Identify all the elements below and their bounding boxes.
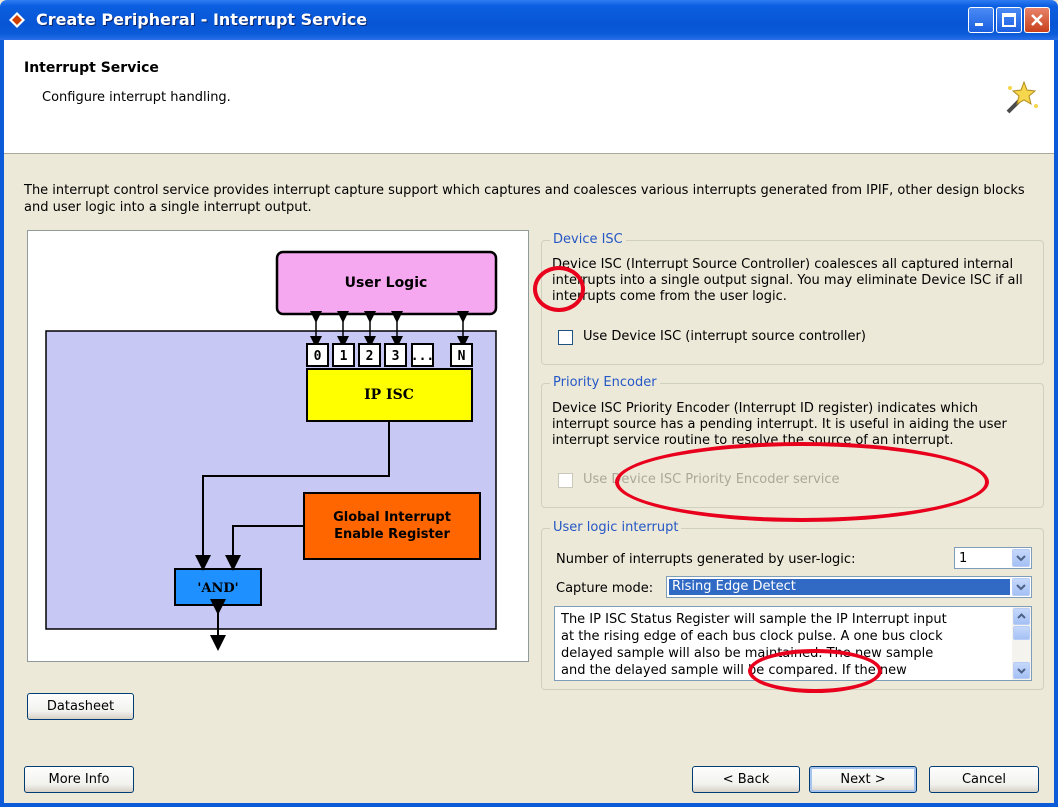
interrupt-count-label: Number of interrupts generated by user-l… (556, 552, 856, 567)
port-label: 2 (366, 349, 374, 364)
use-device-isc-label[interactable]: Use Device ISC (interrupt source control… (583, 329, 866, 344)
ip-isc-label: IP ISC (364, 387, 414, 403)
back-button[interactable]: < Back (692, 766, 800, 793)
annotation-ellipse (615, 442, 989, 522)
chevron-down-icon[interactable] (1012, 578, 1030, 596)
chevron-down-icon[interactable] (1012, 549, 1030, 567)
scroll-up-button[interactable] (1013, 608, 1030, 625)
chevron-up-icon (1017, 613, 1026, 619)
minimize-icon (975, 23, 983, 26)
port-label: N (458, 349, 466, 364)
scroll-down-button[interactable] (1013, 662, 1030, 679)
global-interrupt-label-1: Global Interrupt (333, 510, 451, 525)
interrupt-count-value: 1 (959, 551, 968, 566)
global-interrupt-box (303, 492, 481, 560)
title-bar[interactable]: Create Peripheral - Interrupt Service (0, 0, 1058, 40)
page-subtitle: Configure interrupt handling. (42, 90, 231, 105)
capture-mode-value: Rising Edge Detect (669, 579, 1010, 595)
wizard-header: Interrupt Service Configure interrupt ha… (4, 40, 1054, 154)
user-logic-interrupt-legend: User logic interrupt (550, 520, 682, 535)
scroll-thumb[interactable] (1013, 626, 1030, 640)
capture-mode-label: Capture mode: (556, 581, 654, 596)
wizard-wand-icon (1006, 80, 1038, 114)
page-title: Interrupt Service (24, 60, 159, 76)
service-description: The interrupt control service provides i… (24, 183, 1025, 215)
annotation-ellipse (748, 649, 882, 693)
priority-encoder-legend: Priority Encoder (550, 375, 660, 390)
global-interrupt-label-2: Enable Register (334, 527, 450, 542)
port-label: 0 (314, 349, 322, 364)
device-isc-text: Device ISC (Interrupt Source Controller)… (552, 257, 1023, 304)
port-label: 1 (340, 349, 348, 364)
app-icon (9, 12, 25, 28)
interrupt-diagram-svg: User Logic 0 1 2 3 ... N IP ISC Global I… (45, 250, 498, 651)
minimize-button[interactable] (968, 7, 994, 33)
device-isc-group: Device ISC Device ISC (Interrupt Source … (541, 232, 1044, 365)
user-logic-label: User Logic (345, 275, 428, 291)
next-button[interactable]: Next > (809, 766, 917, 793)
window-frame-bottom (0, 803, 1058, 807)
chevron-down-icon (1017, 668, 1026, 674)
use-device-isc-checkbox[interactable] (558, 330, 573, 345)
datasheet-button[interactable]: Datasheet (27, 693, 134, 720)
interrupt-diagram: User Logic 0 1 2 3 ... N IP ISC Global I… (27, 230, 529, 662)
window-title: Create Peripheral - Interrupt Service (36, 10, 368, 29)
close-button[interactable] (1024, 7, 1050, 33)
annotation-circle (533, 266, 585, 312)
and-gate-label: 'AND' (197, 581, 238, 596)
window-frame-left (0, 40, 4, 807)
maximize-button[interactable] (996, 7, 1022, 33)
close-icon (1031, 14, 1043, 26)
interrupt-count-select[interactable]: 1 (954, 547, 1032, 569)
maximize-icon (1002, 13, 1016, 27)
priority-encoder-checkbox[interactable] (558, 473, 573, 488)
port-label: ... (411, 349, 434, 364)
description-scrollbar[interactable] (1012, 607, 1031, 680)
capture-mode-select[interactable]: Rising Edge Detect (666, 576, 1032, 598)
window-frame-right (1054, 40, 1058, 807)
device-isc-legend: Device ISC (550, 232, 626, 247)
port-label: 3 (392, 349, 400, 364)
cancel-button[interactable]: Cancel (929, 766, 1039, 793)
more-info-button[interactable]: More Info (24, 766, 134, 793)
